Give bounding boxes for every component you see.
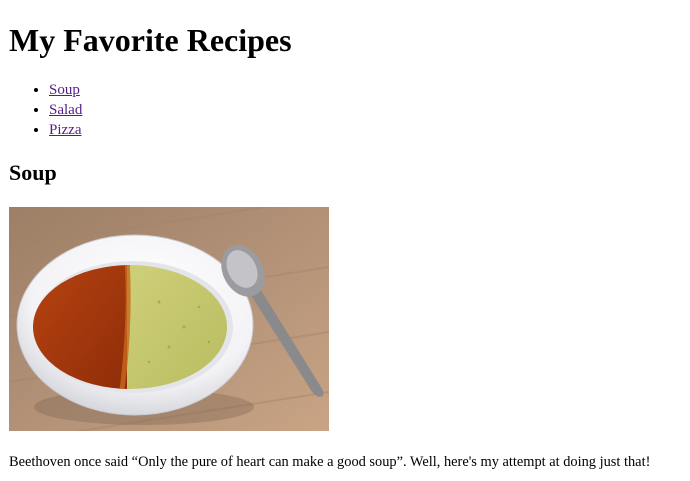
nav-link-salad[interactable]: Salad [49, 102, 82, 118]
section-heading-soup: Soup [9, 160, 57, 185]
page-title: My Favorite Recipes [9, 22, 292, 58]
recipe-nav-list: Soup Salad Pizza [9, 80, 82, 140]
soup-image [9, 207, 329, 431]
nav-link-pizza[interactable]: Pizza [49, 122, 81, 138]
nav-link-soup[interactable]: Soup [49, 82, 80, 98]
nav-item-pizza: Pizza [49, 120, 82, 140]
nav-item-salad: Salad [49, 100, 82, 120]
nav-item-soup: Soup [49, 80, 82, 100]
soup-description: Beethoven once said “Only the pure of he… [9, 454, 651, 470]
